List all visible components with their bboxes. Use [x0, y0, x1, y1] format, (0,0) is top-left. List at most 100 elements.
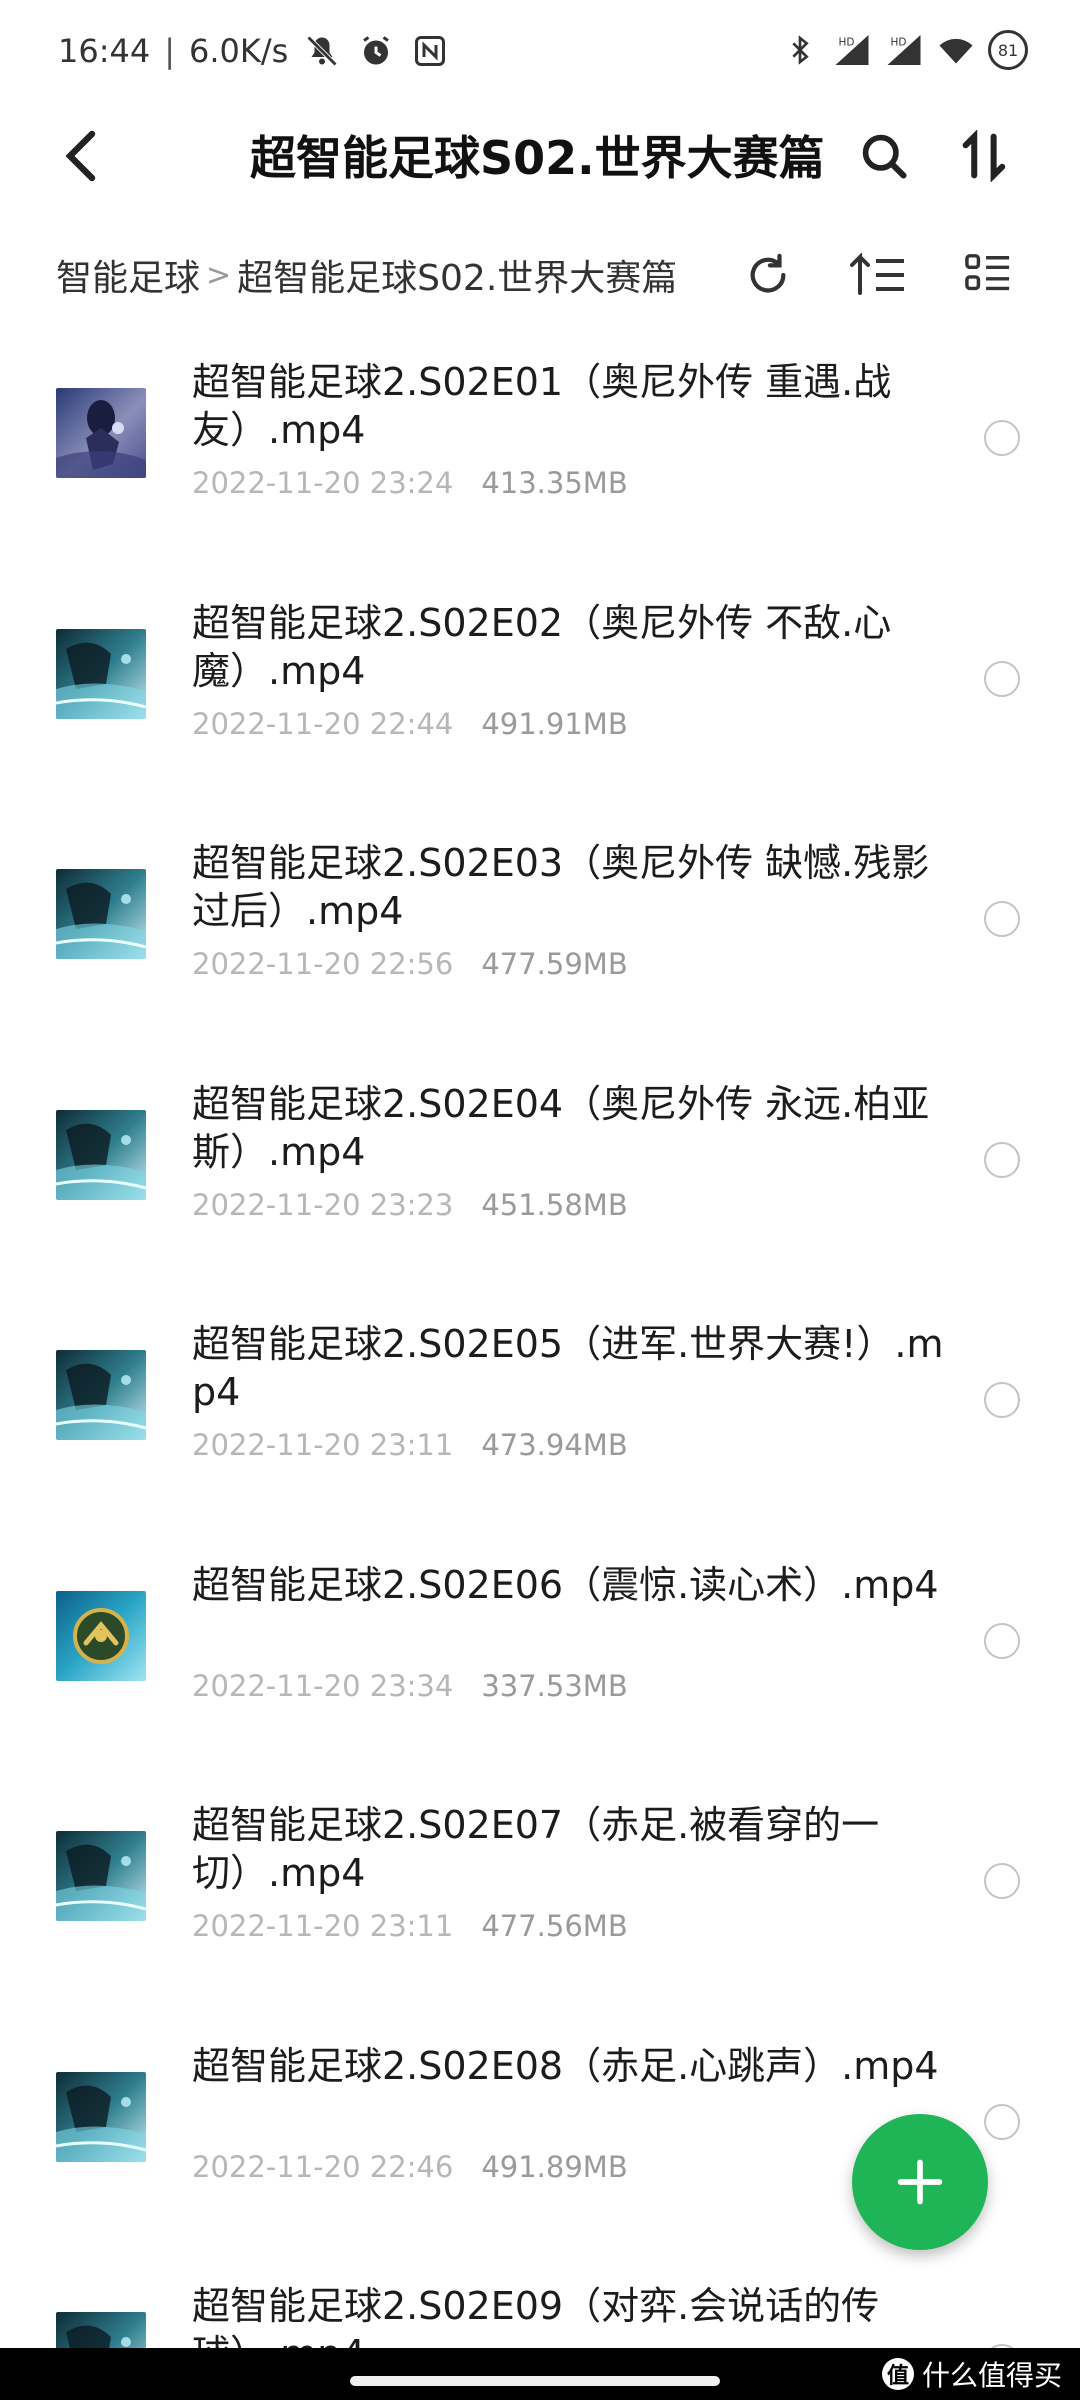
- file-meta: 2022-11-20 23:11 473.94MB: [192, 1428, 628, 1462]
- add-button[interactable]: [852, 2114, 988, 2250]
- file-meta: 2022-11-20 23:24 413.35MB: [192, 466, 628, 500]
- video-thumbnail: [56, 1109, 146, 1200]
- file-size: 451.58MB: [481, 1187, 628, 1222]
- video-thumbnail: [56, 2312, 146, 2348]
- file-date: 2022-11-20 22:46: [192, 2149, 454, 2184]
- back-button[interactable]: [50, 124, 114, 188]
- file-name: 超智能足球2.S02E01（奥尼外传 重遇.战友）.mp4: [192, 360, 892, 452]
- breadcrumb: 智能足球 > 超智能足球S02.世界大赛篇: [56, 249, 676, 301]
- video-thumbnail: [56, 1831, 146, 1921]
- breadcrumb-separator: >: [206, 257, 232, 293]
- watermark: 值 什么值得买: [881, 2354, 1062, 2394]
- sort-icon: [962, 130, 1006, 182]
- mute-icon: [302, 31, 342, 71]
- file-name: 超智能足球2.S02E09（对弈.会说话的传球）.mp4: [192, 2284, 880, 2348]
- file-meta: 2022-11-20 23:11 477.56MB: [192, 1909, 628, 1943]
- list-view-icon: [965, 254, 1010, 291]
- bluetooth-icon: [780, 30, 820, 70]
- file-row[interactable]: 超智能足球2.S02E02（奥尼外传 不敌.心魔）.mp4 2022-11-20 …: [0, 579, 1080, 820]
- file-date: 2022-11-20 23:34: [192, 1668, 454, 1703]
- select-radio[interactable]: [984, 1863, 1020, 1899]
- select-radio[interactable]: [984, 660, 1020, 697]
- status-separator: |: [164, 32, 175, 70]
- file-date: 2022-11-20 22:44: [192, 706, 454, 741]
- file-row[interactable]: 超智能足球2.S02E07（赤足.被看穿的一切）.mp4 2022-11-20 2…: [0, 1781, 1080, 2022]
- file-size: 473.94MB: [481, 1428, 628, 1462]
- page-title: 超智能足球S02.世界大赛篇: [250, 131, 825, 185]
- watermark-logo: 值: [881, 2358, 914, 2390]
- file-row[interactable]: 超智能足球2.S02E05（进军.世界大赛!）.mp4 2022-11-20 23…: [0, 1300, 1080, 1541]
- network-speed: 6.0K/s: [189, 32, 289, 70]
- file-row[interactable]: 超智能足球2.S02E01（奥尼外传 重遇.战友）.mp4 2022-11-20 …: [0, 338, 1080, 579]
- file-name: 超智能足球2.S02E03（奥尼外传 缺憾.残影过后）.mp4: [192, 841, 930, 933]
- sort-button[interactable]: [950, 124, 1020, 188]
- file-meta: 2022-11-20 22:56 477.59MB: [192, 947, 628, 981]
- file-name: 超智能足球2.S02E04（奥尼外传 永远.柏亚斯）.mp4: [192, 1081, 930, 1174]
- status-left: 16:44 | 6.0K/s: [58, 28, 450, 74]
- breadcrumb-current[interactable]: 超智能足球S02.世界大赛篇: [237, 249, 676, 301]
- sort-order-button[interactable]: [848, 247, 908, 303]
- file-meta: 2022-11-20 22:46 491.89MB: [192, 2150, 628, 2184]
- back-arrow-icon: [65, 130, 96, 182]
- nfc-icon: [410, 31, 450, 71]
- refresh-icon: [750, 253, 786, 293]
- file-date: 2022-11-20 23:23: [192, 1187, 454, 1222]
- file-size: 337.53MB: [481, 1668, 628, 1703]
- video-thumbnail: [56, 388, 146, 478]
- file-size: 491.91MB: [481, 706, 628, 741]
- status-bar: 16:44 | 6.0K/s HD HD 81: [0, 0, 1080, 100]
- sort-ascending-icon: [850, 253, 904, 295]
- svg-text:HD: HD: [891, 37, 907, 49]
- file-date: 2022-11-20 23:11: [192, 1428, 454, 1462]
- select-radio[interactable]: [984, 1141, 1020, 1178]
- file-size: 491.89MB: [481, 2149, 628, 2184]
- breadcrumb-row: 智能足球 > 超智能足球S02.世界大赛篇: [0, 235, 1080, 315]
- navigation-bar: 值 什么值得买: [0, 2348, 1080, 2400]
- file-size: 413.35MB: [481, 466, 628, 500]
- file-meta: 2022-11-20 23:23 451.58MB: [192, 1188, 628, 1222]
- file-name: 超智能足球2.S02E05（进军.世界大赛!）.mp4: [192, 1322, 944, 1414]
- search-button[interactable]: [852, 124, 916, 188]
- video-thumbnail: [56, 1590, 146, 1681]
- breadcrumb-parent[interactable]: 智能足球: [56, 249, 200, 301]
- battery-icon: 81: [988, 30, 1028, 70]
- file-date: 2022-11-20 23:11: [192, 1909, 454, 1943]
- watermark-text: 什么值得买: [921, 2359, 1062, 2392]
- select-radio[interactable]: [984, 2103, 1020, 2140]
- plus-icon: [897, 2159, 943, 2205]
- file-meta: 2022-11-20 22:44 491.91MB: [192, 707, 628, 741]
- file-name: 超智能足球2.S02E08（赤足.心跳声）.mp4: [192, 2043, 939, 2088]
- select-radio[interactable]: [984, 1382, 1020, 1418]
- search-icon: [862, 134, 907, 179]
- select-radio[interactable]: [984, 1622, 1020, 1659]
- file-meta: 2022-11-20 23:34 337.53MB: [192, 1669, 628, 1703]
- screen: 16:44 | 6.0K/s HD HD 81 超智能足球S02.世界大赛篇 智…: [0, 0, 1080, 2400]
- file-name: 超智能足球2.S02E07（赤足.被看穿的一切）.mp4: [192, 1803, 880, 1895]
- home-indicator[interactable]: [350, 2376, 720, 2386]
- file-date: 2022-11-20 22:56: [192, 947, 454, 981]
- svg-text:HD: HD: [839, 37, 855, 49]
- file-row[interactable]: 超智能足球2.S02E03（奥尼外传 缺憾.残影过后）.mp4 2022-11-2…: [0, 819, 1080, 1060]
- video-thumbnail: [56, 628, 146, 719]
- file-row[interactable]: 超智能足球2.S02E09（对弈.会说话的传球）.mp4: [0, 2262, 1080, 2348]
- status-right: HD HD 81: [780, 26, 1028, 74]
- file-name: 超智能足球2.S02E06（震惊.读心术）.mp4: [192, 1562, 939, 1607]
- file-size: 477.59MB: [481, 947, 628, 981]
- select-radio[interactable]: [984, 420, 1020, 456]
- file-row[interactable]: 超智能足球2.S02E04（奥尼外传 永远.柏亚斯）.mp4 2022-11-20…: [0, 1060, 1080, 1301]
- file-date: 2022-11-20 23:24: [192, 466, 454, 500]
- status-time: 16:44: [58, 32, 151, 70]
- app-bar: 超智能足球S02.世界大赛篇: [0, 100, 1080, 212]
- refresh-button[interactable]: [740, 247, 796, 303]
- alarm-icon: [356, 31, 396, 71]
- view-mode-button[interactable]: [960, 247, 1016, 303]
- select-radio[interactable]: [984, 901, 1020, 937]
- video-thumbnail: [56, 2071, 146, 2162]
- video-thumbnail: [56, 1350, 146, 1440]
- signal-hd-icon: HD: [832, 30, 872, 70]
- video-thumbnail: [56, 869, 146, 959]
- file-row[interactable]: 超智能足球2.S02E06（震惊.读心术）.mp4 2022-11-20 23:3…: [0, 1541, 1080, 1782]
- file-name: 超智能足球2.S02E02（奥尼外传 不敌.心魔）.mp4: [192, 600, 892, 693]
- wifi-icon: [936, 30, 976, 70]
- file-size: 477.56MB: [481, 1909, 628, 1943]
